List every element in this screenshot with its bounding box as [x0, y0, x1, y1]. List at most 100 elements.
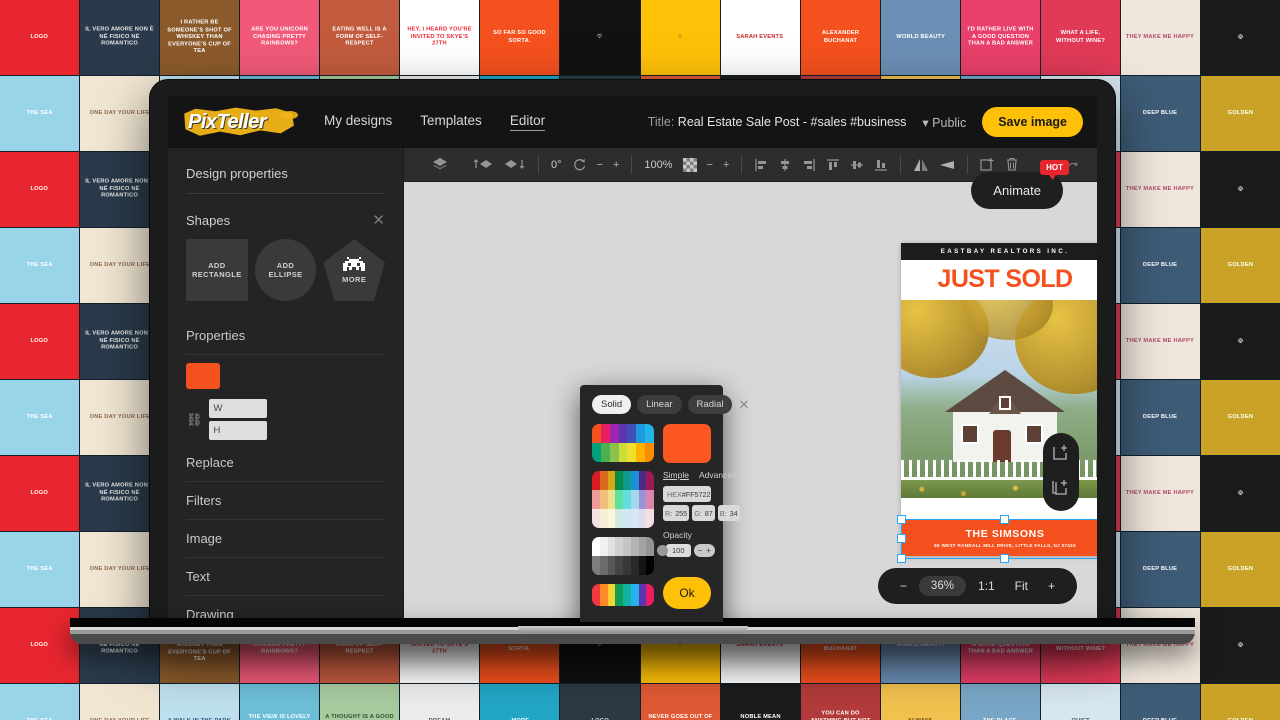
mode-simple[interactable]: Simple: [663, 470, 689, 480]
color-swatch[interactable]: [599, 509, 608, 528]
color-swatch[interactable]: [599, 490, 608, 509]
poster-headline[interactable]: JUST SOLD: [901, 260, 1097, 300]
fill-color-chip[interactable]: [186, 363, 220, 389]
color-swatch[interactable]: [645, 443, 654, 462]
color-swatch[interactable]: [623, 584, 631, 606]
color-swatch[interactable]: [623, 556, 631, 575]
align-left-icon[interactable]: [754, 158, 768, 172]
color-swatch[interactable]: [638, 537, 647, 556]
color-swatch[interactable]: [646, 584, 654, 606]
opacity-slider-knob[interactable]: [657, 545, 668, 556]
color-swatch[interactable]: [623, 537, 631, 556]
align-right-icon[interactable]: [802, 158, 816, 172]
color-swatch[interactable]: [592, 424, 601, 443]
opacity-decrease-button[interactable]: −: [698, 546, 703, 555]
tab-linear[interactable]: Linear: [637, 395, 682, 414]
blue-field[interactable]: B: 34: [717, 505, 740, 521]
color-swatch[interactable]: [615, 471, 623, 490]
more-shapes-button[interactable]: MORE: [323, 239, 386, 301]
tab-solid[interactable]: Solid: [592, 395, 632, 414]
send-backward-icon[interactable]: [504, 158, 526, 172]
color-swatch[interactable]: [646, 471, 654, 490]
color-swatch[interactable]: [638, 471, 647, 490]
color-swatch[interactable]: [599, 584, 608, 606]
opacity-increase-button[interactable]: +: [706, 546, 711, 555]
color-swatch[interactable]: [600, 443, 610, 462]
color-swatch[interactable]: [623, 490, 631, 509]
color-swatch[interactable]: [615, 556, 623, 575]
color-swatch[interactable]: [607, 509, 616, 528]
nav-templates[interactable]: Templates: [420, 113, 482, 131]
add-rectangle-button[interactable]: ADD RECTANGLE: [186, 239, 248, 301]
color-swatch[interactable]: [607, 471, 616, 490]
color-swatch[interactable]: [636, 443, 646, 462]
align-top-icon[interactable]: [826, 158, 840, 172]
color-swatch[interactable]: [592, 471, 600, 490]
close-icon[interactable]: ✕: [372, 213, 385, 228]
color-swatch[interactable]: [636, 424, 646, 443]
zoom-percent[interactable]: 36%: [918, 576, 966, 596]
color-swatch[interactable]: [607, 490, 616, 509]
nav-my-designs[interactable]: My designs: [324, 113, 392, 131]
color-swatch[interactable]: [646, 490, 654, 509]
align-middle-icon[interactable]: [850, 158, 864, 172]
color-swatch[interactable]: [615, 584, 623, 606]
rotation-value[interactable]: 0°: [551, 159, 562, 171]
color-swatch[interactable]: [646, 509, 654, 528]
opacity-decrease-button[interactable]: −: [707, 159, 713, 171]
flip-vertical-icon[interactable]: [939, 158, 955, 172]
poster-footer-banner[interactable]: THE SIMSONS 65 WEST RANDALL MILL DRIVE, …: [901, 520, 1097, 556]
color-swatch[interactable]: [627, 443, 637, 462]
color-swatch[interactable]: [638, 556, 647, 575]
ok-button[interactable]: Ok: [663, 577, 711, 609]
sidebar-item-text[interactable]: Text: [186, 558, 385, 596]
pixteller-logo[interactable]: PixTeller: [184, 105, 298, 139]
rotate-icon[interactable]: [572, 157, 587, 172]
save-image-button[interactable]: Save image: [982, 107, 1083, 137]
color-swatch[interactable]: [630, 471, 639, 490]
color-swatch[interactable]: [646, 537, 654, 556]
align-bottom-icon[interactable]: [874, 158, 888, 172]
color-swatch[interactable]: [599, 537, 608, 556]
zoom-actual-size-button[interactable]: 1:1: [970, 575, 1003, 597]
color-swatch[interactable]: [615, 490, 623, 509]
nav-editor[interactable]: Editor: [509, 113, 546, 131]
color-swatch[interactable]: [630, 537, 639, 556]
close-icon[interactable]: ✕: [738, 397, 749, 413]
color-swatch[interactable]: [592, 490, 600, 509]
color-preview-swatch[interactable]: [663, 424, 711, 463]
bring-forward-icon[interactable]: [472, 158, 494, 172]
color-swatch[interactable]: [618, 424, 628, 443]
duplicate-page-icon[interactable]: [1052, 478, 1070, 501]
align-center-horizontal-icon[interactable]: [778, 158, 792, 172]
sidebar-item-filters[interactable]: Filters: [186, 482, 385, 520]
zoom-out-button[interactable]: −: [892, 575, 915, 597]
zoom-fit-button[interactable]: Fit: [1007, 575, 1036, 597]
add-ellipse-button[interactable]: ADD ELLIPSE: [254, 239, 317, 301]
document-title[interactable]: Title: Real Estate Sale Post - #sales #b…: [648, 115, 907, 129]
color-swatch[interactable]: [646, 556, 654, 575]
color-swatch[interactable]: [630, 509, 639, 528]
layers-icon[interactable]: [432, 157, 448, 173]
transparency-icon[interactable]: [682, 157, 697, 172]
color-swatch[interactable]: [609, 443, 619, 462]
sidebar-item-properties[interactable]: Properties: [186, 317, 385, 355]
color-swatch[interactable]: [592, 584, 600, 606]
opacity-value[interactable]: 100: [666, 544, 691, 557]
trash-icon[interactable]: [1005, 157, 1019, 172]
color-swatch[interactable]: [592, 537, 600, 556]
duplicate-icon[interactable]: [980, 157, 995, 172]
color-swatch[interactable]: [592, 443, 601, 462]
color-swatch[interactable]: [599, 471, 608, 490]
color-swatch[interactable]: [615, 509, 623, 528]
rotation-increase-button[interactable]: +: [613, 159, 619, 171]
color-swatch[interactable]: [618, 443, 628, 462]
opacity-increase-button[interactable]: +: [723, 159, 729, 171]
color-swatch[interactable]: [599, 556, 608, 575]
width-field[interactable]: W: [208, 399, 267, 418]
link-dimensions-icon[interactable]: ⛓: [186, 412, 203, 428]
color-swatch[interactable]: [607, 556, 616, 575]
red-field[interactable]: R: 255: [663, 505, 690, 521]
color-swatch[interactable]: [630, 490, 639, 509]
green-field[interactable]: G: 87: [692, 505, 715, 521]
